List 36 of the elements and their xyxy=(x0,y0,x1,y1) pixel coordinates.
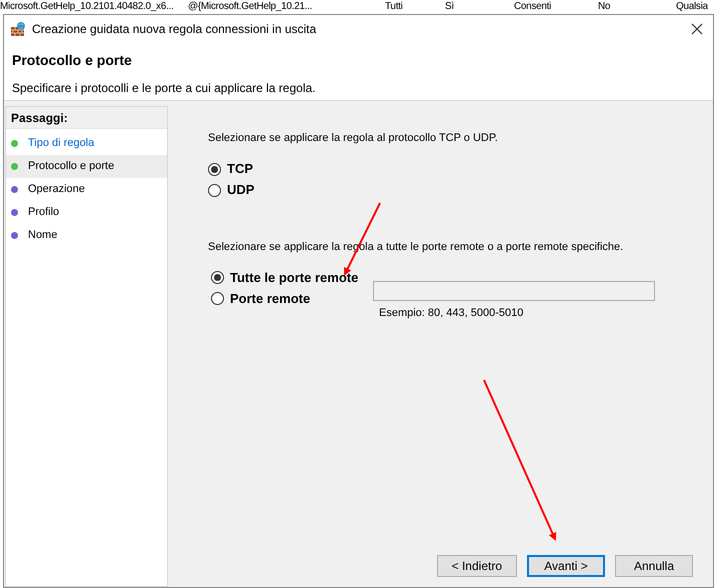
table-cell-text: Sì xyxy=(445,0,455,14)
step-label[interactable]: Profilo xyxy=(28,204,60,221)
table-cell-text: Microsoft.GetHelp_10.2101.40482.0_x6... xyxy=(0,0,174,14)
radio-label[interactable]: UDP xyxy=(227,180,254,200)
step-item[interactable]: Profilo xyxy=(6,201,167,224)
radio-button[interactable] xyxy=(208,184,221,196)
step-label[interactable]: Tipo di regola xyxy=(28,135,94,152)
table-cell-text: No xyxy=(598,0,612,14)
radio-button[interactable] xyxy=(208,162,221,176)
page-heading: Protocollo e porte xyxy=(12,51,133,70)
table-cell-text: Qualsia xyxy=(676,0,709,14)
wizard-button[interactable]: Annulla xyxy=(615,555,693,577)
radio-button[interactable] xyxy=(211,271,224,284)
step-item[interactable]: Protocollo e porte xyxy=(6,155,167,178)
close-icon xyxy=(691,22,703,34)
step-item[interactable]: Operazione xyxy=(6,178,167,201)
radio-label[interactable]: TCP xyxy=(227,159,253,179)
step-label[interactable]: Operazione xyxy=(28,181,85,198)
wizard-button[interactable]: Avanti > xyxy=(527,555,605,577)
radio-button[interactable] xyxy=(211,292,224,305)
table-cell-text: Tutti xyxy=(385,0,404,14)
step-item[interactable]: Nome xyxy=(6,224,167,247)
firewall-icon xyxy=(10,20,26,36)
wizard-button[interactable]: < Indietro xyxy=(436,555,517,577)
ports-example: Esempio: 80, 443, 5000-5010 xyxy=(379,306,524,321)
radio-label[interactable]: Tutte le porte remote xyxy=(230,268,358,288)
window-title: Creazione guidata nuova regola connessioni in uscita xyxy=(32,20,316,38)
step-item[interactable]: Tipo di regola xyxy=(6,132,167,155)
table-cell-text: Consenti xyxy=(514,0,552,14)
step-label[interactable]: Nome xyxy=(28,227,58,244)
protocol-prompt: Selezionare se applicare la regola al protocollo TCP o UDP. xyxy=(208,131,499,146)
steps-header: Passaggi: xyxy=(6,107,167,129)
table-cell-text: @{Microsoft.GetHelp_10.21... xyxy=(188,0,314,14)
step-label[interactable]: Protocollo e porte xyxy=(28,158,114,175)
page-description: Specificare i protocolli e le porte a cui applicare la regola. xyxy=(12,80,316,97)
radio-label[interactable]: Porte remote xyxy=(230,288,310,308)
